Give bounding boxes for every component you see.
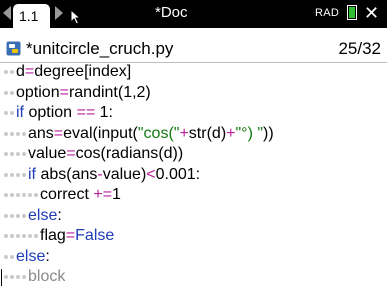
code-text: if abs(ans-value)<0.001: [28, 165, 201, 183]
angle-mode-indicator: RAD [315, 7, 340, 19]
code-text: else: [16, 247, 50, 265]
indent-marker [4, 185, 40, 205]
code-text: flag=False [40, 227, 115, 244]
code-line[interactable]: ans=eval(input("cos("+str(d)+"°) ")) [0, 124, 387, 145]
code-line[interactable]: flag=False [0, 226, 387, 247]
indent-marker [4, 267, 28, 287]
code-line[interactable]: option=randint(1,2) [0, 83, 387, 104]
code-text: d=degree[index] [16, 63, 132, 80]
code-text: value=cos(radians(d)) [28, 145, 184, 162]
indent-marker [4, 226, 40, 246]
code-text: option=randint(1,2) [16, 83, 151, 101]
indent-marker [4, 247, 16, 267]
code-line[interactable]: if option == 1: [0, 103, 387, 124]
indent-marker [4, 144, 28, 164]
mouse-pointer-icon [70, 9, 82, 25]
code-line[interactable]: value=cos(radians(d)) [0, 144, 387, 165]
code-text: if option == 1: [16, 104, 113, 121]
code-line[interactable]: correct +=1 [0, 185, 387, 206]
code-line[interactable]: d=degree[index] [0, 62, 387, 83]
indent-marker [4, 103, 16, 123]
next-page-arrow-icon[interactable] [55, 6, 63, 20]
document-title: *Doc [155, 4, 188, 21]
text-caret [1, 269, 2, 286]
code-line[interactable]: block [0, 267, 387, 288]
code-text: else: [28, 206, 62, 224]
code-line[interactable]: else: [0, 206, 387, 227]
file-name: *unitcircle_cruch.py [26, 39, 174, 58]
indent-marker [4, 124, 28, 144]
code-text: ans=eval(input("cos("+str(d)+"°) ")) [28, 124, 274, 142]
code-line[interactable]: else: [0, 247, 387, 268]
code-editor[interactable]: d=degree[index] option=randint(1,2) if opt… [0, 62, 387, 288]
indent-marker [4, 83, 16, 103]
title-bar: 1.1 *Doc RAD ✕ [0, 0, 387, 28]
file-header: *unitcircle_cruch.py 25/32 [0, 38, 387, 60]
code-line[interactable]: if abs(ans-value)<0.001: [0, 165, 387, 186]
indent-marker [4, 206, 28, 226]
previous-page-arrow-icon[interactable] [3, 6, 11, 20]
indent-marker [4, 165, 28, 185]
code-text: correct +=1 [40, 186, 121, 203]
close-icon[interactable]: ✕ [364, 3, 379, 23]
tab-page-1-1[interactable]: 1.1 [13, 4, 50, 28]
indent-marker [4, 62, 16, 82]
tab-label: 1.1 [19, 8, 39, 24]
battery-icon [347, 5, 357, 20]
python-file-icon [6, 41, 21, 56]
line-position: 25/32 [338, 39, 381, 58]
code-text: block [28, 268, 66, 285]
